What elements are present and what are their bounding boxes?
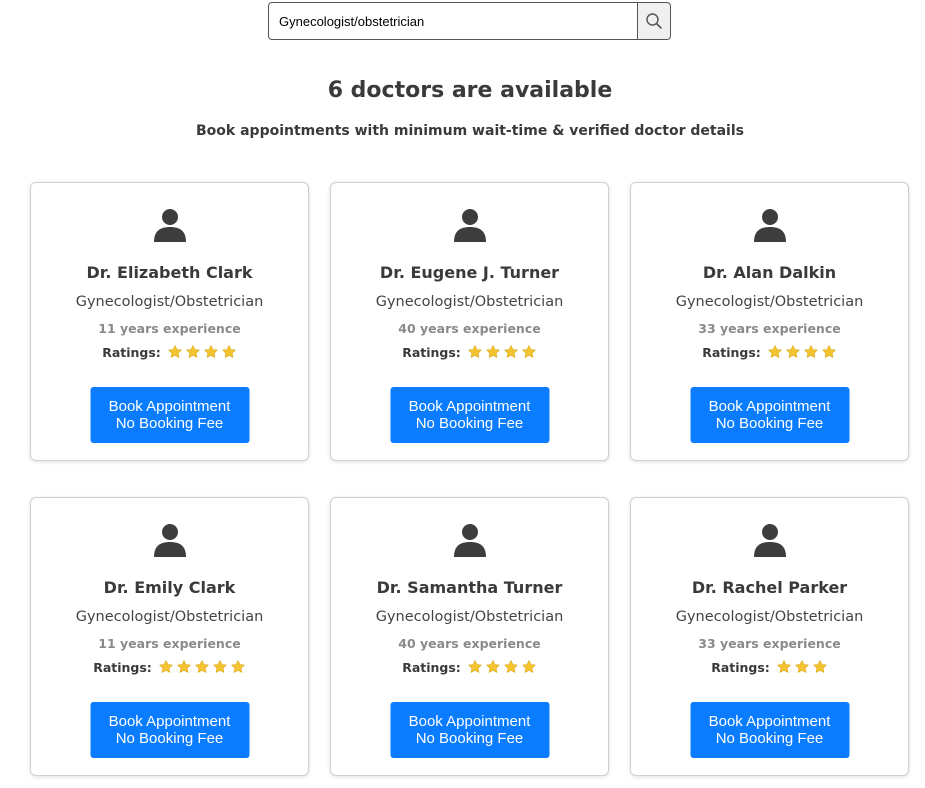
ratings-label: Ratings:	[93, 659, 152, 675]
ratings: Ratings:	[331, 344, 608, 360]
star-icon	[468, 345, 482, 358]
star-icon	[822, 345, 836, 358]
ratings-label: Ratings:	[402, 344, 461, 360]
user-icon	[753, 524, 786, 557]
user-icon	[153, 524, 186, 557]
doctor-experience: 11 years experience	[98, 636, 241, 651]
star-icon	[231, 660, 245, 673]
book-appointment-button[interactable]: Book Appointment No Booking Fee	[90, 702, 249, 758]
doctor-experience: 33 years experience	[698, 636, 841, 651]
rating-stars	[767, 344, 837, 360]
book-appointment-label: Book Appointment	[408, 398, 531, 415]
user-icon	[753, 209, 786, 242]
user-icon	[453, 209, 486, 242]
ratings-label: Ratings:	[711, 659, 770, 675]
book-appointment-label: Book Appointment	[108, 713, 231, 730]
doctor-experience: 33 years experience	[698, 321, 841, 336]
doctor-card: Dr. Emily Clark Gynecologist/Obstetrician…	[30, 497, 309, 776]
page-subtitle: Book appointments with minimum wait-time…	[196, 123, 744, 139]
doctor-speciality: Gynecologist/Obstetrician	[375, 609, 564, 625]
doctor-experience: 11 years experience	[98, 321, 241, 336]
doctor-name: Dr. Elizabeth Clark	[86, 263, 253, 282]
star-icon	[195, 660, 209, 673]
book-appointment-button[interactable]: Book Appointment No Booking Fee	[690, 702, 849, 758]
search-input[interactable]	[268, 2, 638, 40]
star-icon	[213, 660, 227, 673]
ratings-label: Ratings:	[702, 344, 761, 360]
no-booking-fee-label: No Booking Fee	[715, 730, 824, 747]
rating-stars	[158, 659, 246, 675]
book-appointment-label: Book Appointment	[708, 398, 831, 415]
ratings: Ratings:	[31, 659, 308, 675]
rating-stars	[467, 659, 537, 675]
book-appointment-label: Book Appointment	[108, 398, 231, 415]
doctor-speciality: Gynecologist/Obstetrician	[75, 294, 264, 310]
star-icon	[468, 660, 482, 673]
ratings: Ratings:	[31, 344, 308, 360]
ratings-label: Ratings:	[402, 659, 461, 675]
no-booking-fee-label: No Booking Fee	[115, 730, 224, 747]
doctor-experience: 40 years experience	[398, 636, 541, 651]
ratings: Ratings:	[631, 659, 908, 675]
book-appointment-button[interactable]: Book Appointment No Booking Fee	[390, 702, 549, 758]
ratings: Ratings:	[631, 344, 908, 360]
search-icon	[646, 13, 662, 29]
doctor-speciality: Gynecologist/Obstetrician	[375, 294, 564, 310]
no-booking-fee-label: No Booking Fee	[115, 415, 224, 432]
no-booking-fee-label: No Booking Fee	[415, 415, 524, 432]
star-icon	[804, 345, 818, 358]
book-appointment-button[interactable]: Book Appointment No Booking Fee	[390, 387, 549, 443]
book-appointment-button[interactable]: Book Appointment No Booking Fee	[690, 387, 849, 443]
star-icon	[204, 345, 218, 358]
star-icon	[813, 660, 827, 673]
star-icon	[795, 660, 809, 673]
doctor-name: Dr. Rachel Parker	[691, 578, 848, 597]
doctor-name: Dr. Eugene J. Turner	[379, 263, 560, 282]
star-icon	[522, 345, 536, 358]
doctor-speciality: Gynecologist/Obstetrician	[75, 609, 264, 625]
book-appointment-button[interactable]: Book Appointment No Booking Fee	[90, 387, 249, 443]
no-booking-fee-label: No Booking Fee	[415, 730, 524, 747]
book-appointment-label: Book Appointment	[408, 713, 531, 730]
doctor-card: Dr. Rachel Parker Gynecologist/Obstetrici…	[630, 497, 909, 776]
doctor-card: Dr. Alan Dalkin Gynecologist/Obstetrician…	[630, 182, 909, 461]
search-bar	[268, 2, 671, 40]
doctor-speciality: Gynecologist/Obstetrician	[675, 609, 864, 625]
star-icon	[486, 660, 500, 673]
star-icon	[768, 345, 782, 358]
ratings-label: Ratings:	[102, 344, 161, 360]
page-title: 6 doctors are available	[327, 78, 613, 103]
star-icon	[522, 660, 536, 673]
user-icon	[153, 209, 186, 242]
search-button[interactable]	[638, 2, 671, 40]
star-icon	[777, 660, 791, 673]
doctor-name: Dr. Alan Dalkin	[702, 263, 837, 282]
rating-stars	[167, 344, 237, 360]
doctor-speciality: Gynecologist/Obstetrician	[675, 294, 864, 310]
doctor-experience: 40 years experience	[398, 321, 541, 336]
ratings: Ratings:	[331, 659, 608, 675]
doctor-card: Dr. Elizabeth Clark Gynecologist/Obstetri…	[30, 182, 309, 461]
user-icon	[453, 524, 486, 557]
doctor-name: Dr. Emily Clark	[103, 578, 236, 597]
no-booking-fee-label: No Booking Fee	[715, 415, 824, 432]
star-icon	[504, 345, 518, 358]
star-icon	[168, 345, 182, 358]
star-icon	[186, 345, 200, 358]
rating-stars	[776, 659, 828, 675]
star-icon	[786, 345, 800, 358]
book-appointment-label: Book Appointment	[708, 713, 831, 730]
star-icon	[177, 660, 191, 673]
star-icon	[486, 345, 500, 358]
star-icon	[159, 660, 173, 673]
star-icon	[504, 660, 518, 673]
doctor-card: Dr. Eugene J. Turner Gynecologist/Obstetr…	[330, 182, 609, 461]
doctor-name: Dr. Samantha Turner	[376, 578, 563, 597]
star-icon	[222, 345, 236, 358]
doctor-card: Dr. Samantha Turner Gynecologist/Obstetri…	[330, 497, 609, 776]
rating-stars	[467, 344, 537, 360]
